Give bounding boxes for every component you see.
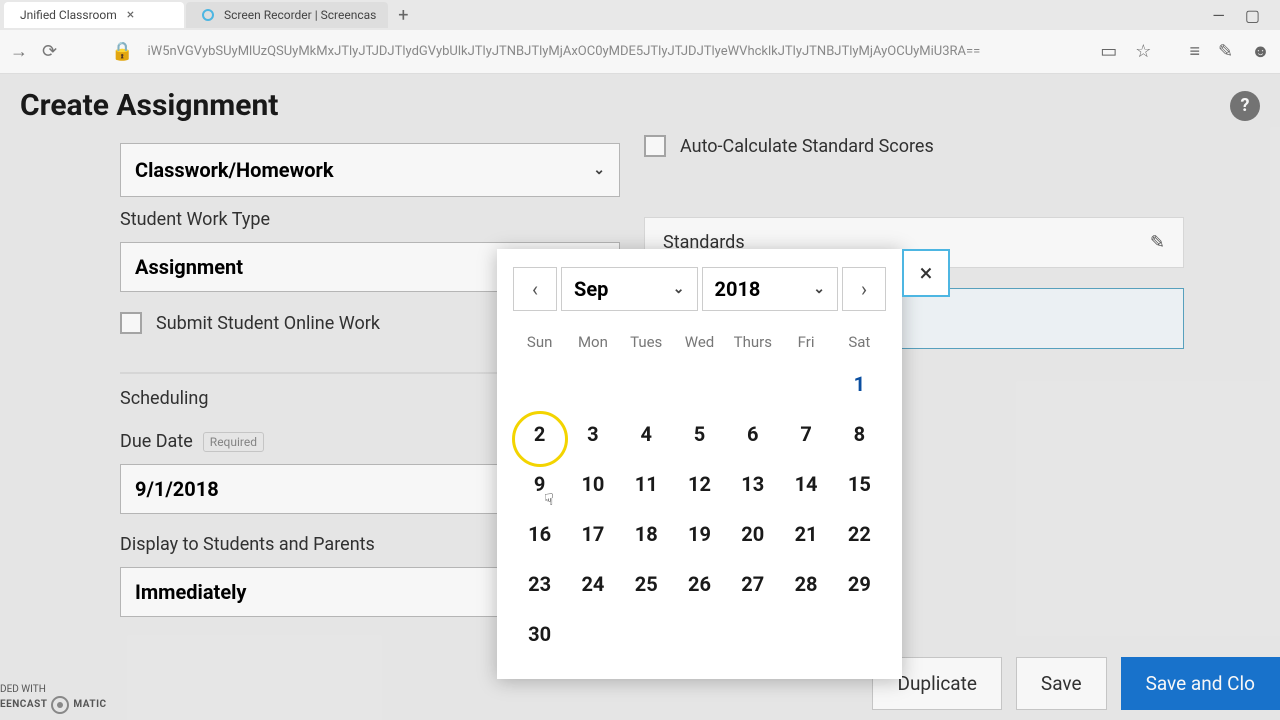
calendar-day[interactable]: 21 <box>779 509 832 559</box>
save-close-button[interactable]: Save and Clo <box>1121 657 1280 710</box>
browser-tab[interactable]: Screen Recorder | Screencas <box>186 2 388 28</box>
calendar-day[interactable]: 13 <box>726 459 779 509</box>
calendar-day[interactable]: 19 <box>673 509 726 559</box>
tab-title: Screen Recorder | Screencas <box>224 8 376 22</box>
required-badge: Required <box>203 432 264 452</box>
calendar-day[interactable]: 15 <box>833 459 886 509</box>
menu-icon[interactable]: ≡ <box>1189 41 1200 62</box>
calendar-day[interactable]: 8 <box>833 409 886 459</box>
calendar-day[interactable]: 30 <box>513 609 566 659</box>
auto-calc-row[interactable]: Auto-Calculate Standard Scores <box>644 135 1184 157</box>
chevron-down-icon: ⌄ <box>673 281 685 297</box>
save-button[interactable]: Save <box>1016 657 1107 710</box>
new-tab-button[interactable]: + <box>390 2 416 28</box>
footer-buttons: Duplicate Save Save and Clo <box>872 647 1280 720</box>
tab-favicon <box>202 9 214 21</box>
calendar-day[interactable]: 3 <box>566 409 619 459</box>
watermark: DED WITH EENCAST MATIC <box>0 684 107 714</box>
calendar-day[interactable]: 23 <box>513 559 566 609</box>
lock-icon: 🔒 <box>111 41 133 62</box>
work-type-label: Student Work Type <box>120 209 620 230</box>
due-date-label: Due Date <box>120 431 193 452</box>
calendar-day[interactable]: 27 <box>726 559 779 609</box>
browser-toolbar: → ⟳ 🔒 iW5nVGVybSUyMlUzQSUyMkMxJTlyJTJDJT… <box>0 30 1280 74</box>
edit-icon[interactable]: ✎ <box>1150 232 1165 253</box>
maximize-icon[interactable]: ▢ <box>1245 6 1260 25</box>
prev-month-button[interactable]: ‹ <box>513 267 557 311</box>
calendar-day[interactable]: 2 <box>513 409 566 459</box>
display-value: Immediately <box>135 580 246 604</box>
calendar-day[interactable]: 16 <box>513 509 566 559</box>
calendar-day[interactable]: 7 <box>779 409 832 459</box>
calendar-day[interactable]: 5 <box>673 409 726 459</box>
calendar-day[interactable]: 6 <box>726 409 779 459</box>
address-bar[interactable]: iW5nVGVybSUyMlUzQSUyMkMxJTlyJTJDJTlydGVy… <box>148 44 1087 59</box>
submit-online-label: Submit Student Online Work <box>156 313 380 334</box>
profile-icon[interactable]: ☻ <box>1251 41 1270 62</box>
calendar-day[interactable]: 17 <box>566 509 619 559</box>
calendar-day[interactable]: 28 <box>779 559 832 609</box>
category-select[interactable]: Classwork/Homework ⌄ <box>120 143 620 197</box>
day-of-week-label: Mon <box>566 325 619 359</box>
day-of-week-label: Wed <box>673 325 726 359</box>
favorite-icon[interactable]: ☆ <box>1135 41 1151 62</box>
calendar-day[interactable]: 14 <box>779 459 832 509</box>
calendar-day[interactable]: 1 <box>833 359 886 409</box>
day-of-week-label: Thurs <box>726 325 779 359</box>
calendar-day[interactable]: 29 <box>833 559 886 609</box>
calendar-day[interactable]: 9 <box>513 459 566 509</box>
year-select[interactable]: 2018 ⌄ <box>702 267 839 311</box>
calendar-day[interactable]: 4 <box>620 409 673 459</box>
year-value: 2018 <box>715 277 761 301</box>
day-of-week-label: Fri <box>779 325 832 359</box>
forward-icon[interactable]: → <box>10 41 28 62</box>
close-button[interactable]: × <box>902 249 950 297</box>
reader-icon[interactable]: ▭ <box>1100 41 1117 62</box>
page-title: Create Assignment <box>20 88 278 123</box>
calendar-day[interactable]: 24 <box>566 559 619 609</box>
checkbox-icon[interactable] <box>644 135 666 157</box>
window-controls: — ▢ <box>1212 6 1276 25</box>
chevron-down-icon: ⌄ <box>593 162 605 178</box>
day-of-week-label: Tues <box>620 325 673 359</box>
reload-icon[interactable]: ⟳ <box>42 41 57 62</box>
calendar-day[interactable]: 22 <box>833 509 886 559</box>
due-date-value: 9/1/2018 <box>135 477 219 501</box>
browser-tab-active[interactable]: Jnified Classroom × <box>4 2 184 28</box>
calendar-grid: SunMonTuesWedThursFriSat1234567891011121… <box>513 325 886 659</box>
close-icon[interactable]: × <box>127 7 134 23</box>
month-value: Sep <box>574 277 608 301</box>
next-month-button[interactable]: › <box>842 267 886 311</box>
calendar-day[interactable]: 11 <box>620 459 673 509</box>
auto-calc-label: Auto-Calculate Standard Scores <box>680 136 934 157</box>
month-select[interactable]: Sep ⌄ <box>561 267 698 311</box>
date-picker: × ‹ Sep ⌄ 2018 ⌄ › SunMonTuesWedThursFri… <box>497 249 902 679</box>
work-type-value: Assignment <box>135 255 243 279</box>
minimize-icon[interactable]: — <box>1212 6 1225 25</box>
browser-tab-strip: Jnified Classroom × Screen Recorder | Sc… <box>0 0 1280 30</box>
category-value: Classwork/Homework <box>135 158 334 182</box>
day-of-week-label: Sun <box>513 325 566 359</box>
tab-title: Jnified Classroom <box>20 8 117 22</box>
day-of-week-label: Sat <box>833 325 886 359</box>
help-icon[interactable]: ? <box>1230 91 1260 121</box>
calendar-day[interactable]: 12 <box>673 459 726 509</box>
calendar-day[interactable]: 20 <box>726 509 779 559</box>
checkbox-icon[interactable] <box>120 312 142 334</box>
calendar-day[interactable]: 25 <box>620 559 673 609</box>
calendar-day[interactable]: 26 <box>673 559 726 609</box>
chevron-down-icon: ⌄ <box>813 281 825 297</box>
notes-icon[interactable]: ✎ <box>1218 41 1233 62</box>
calendar-day[interactable]: 18 <box>620 509 673 559</box>
calendar-day[interactable]: 10 <box>566 459 619 509</box>
